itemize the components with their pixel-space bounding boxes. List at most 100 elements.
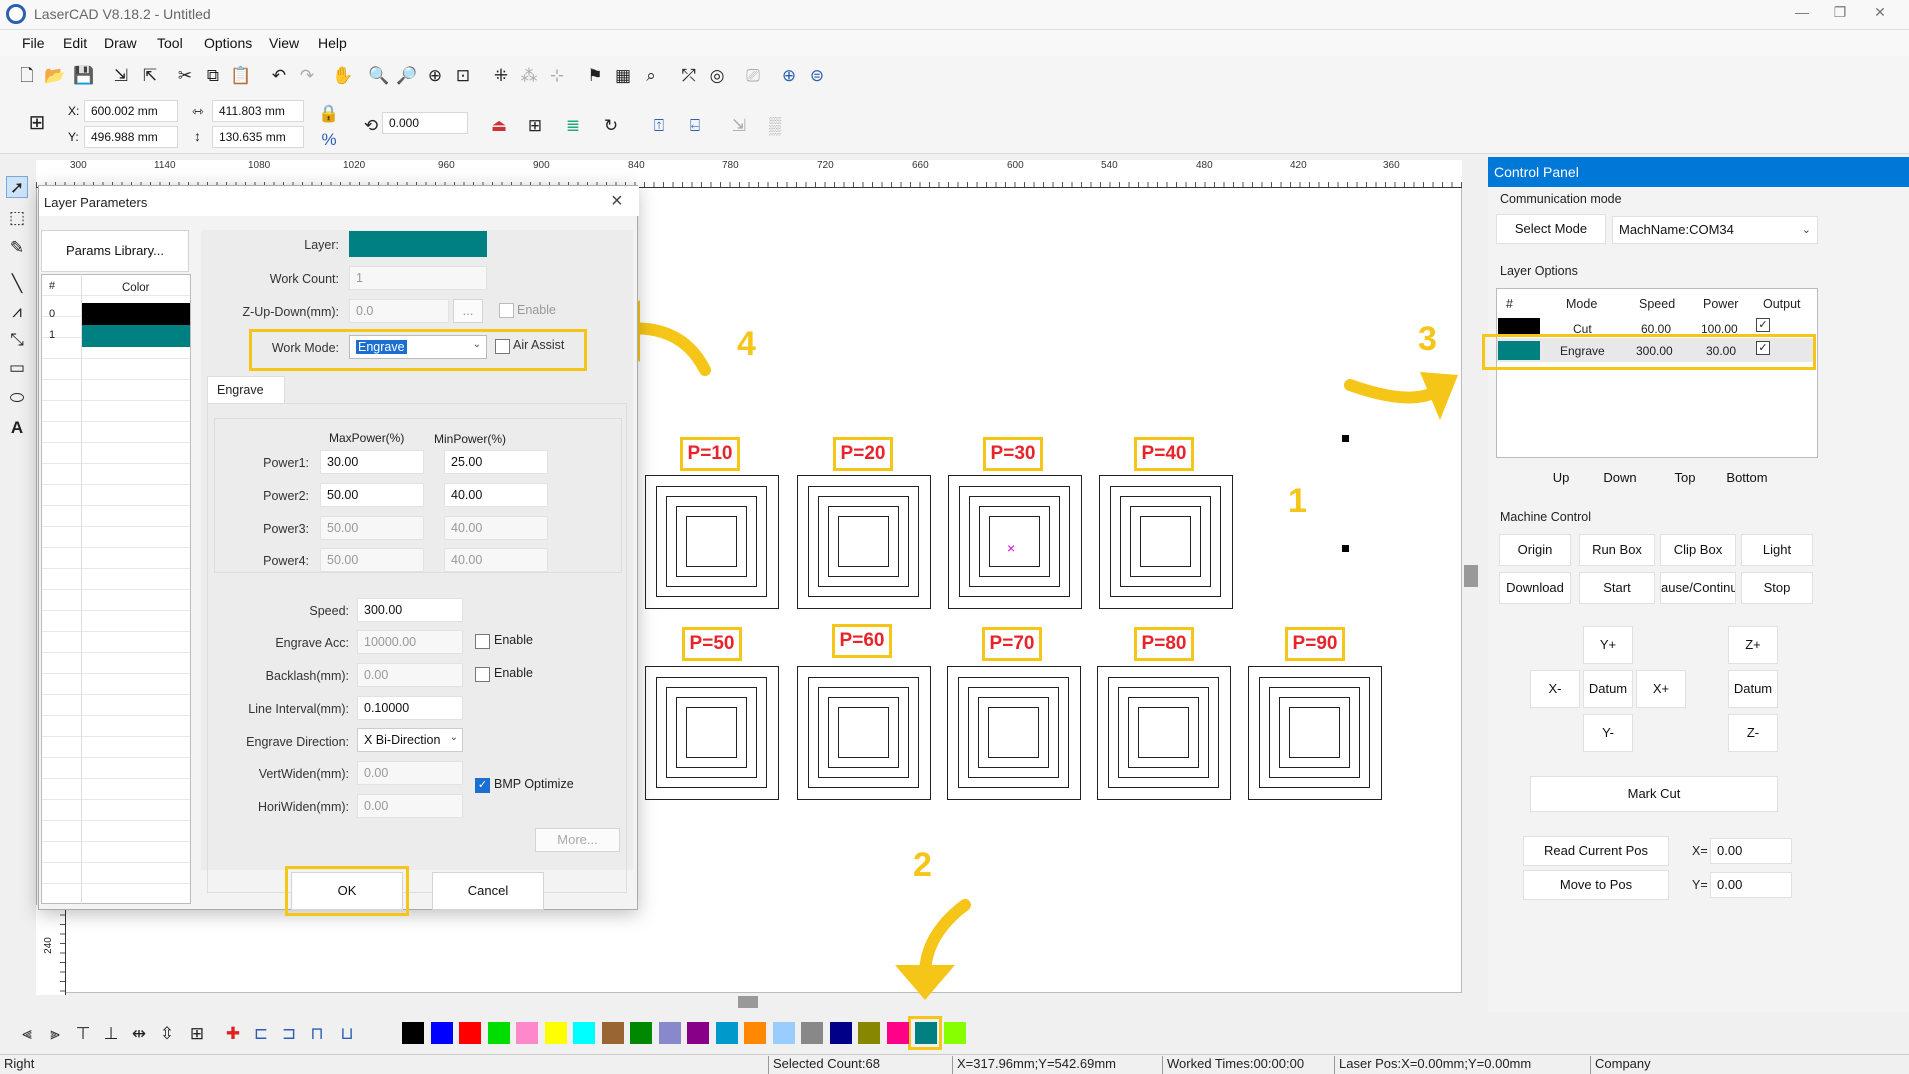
color-swatch[interactable]: [943, 1022, 966, 1044]
color-swatch[interactable]: [915, 1022, 937, 1044]
line-tool-icon[interactable]: ╲: [6, 272, 28, 294]
color-swatch[interactable]: [658, 1022, 681, 1044]
menu-edit[interactable]: Edit: [63, 35, 87, 51]
layer-up-button[interactable]: Up: [1536, 465, 1586, 493]
z-enable-checkbox[interactable]: [499, 303, 514, 318]
rotate-object-icon[interactable]: ↻: [600, 114, 622, 136]
ok-button[interactable]: OK: [291, 872, 403, 910]
color-swatch[interactable]: [573, 1022, 595, 1044]
selection-handle[interactable]: [1342, 545, 1349, 552]
layer-stack-icon[interactable]: ≣: [562, 114, 584, 136]
origin-button[interactable]: Origin: [1499, 534, 1571, 566]
color-swatch[interactable]: [772, 1022, 795, 1044]
center-vertical-icon[interactable]: ⇳: [156, 1022, 178, 1044]
download-button[interactable]: Download: [1499, 572, 1571, 604]
z-options-button[interactable]: ...: [453, 299, 483, 323]
air-assist-checkbox[interactable]: [495, 339, 510, 354]
height-field[interactable]: 130.635 mm: [212, 126, 304, 148]
pen-icon[interactable]: ✎: [6, 236, 28, 258]
horiwiden-field[interactable]: 0.00: [357, 794, 463, 818]
engrave-sample-70[interactable]: [947, 666, 1081, 800]
work-count-field[interactable]: 1: [349, 266, 487, 290]
engrave-acc-field[interactable]: 10000.00: [357, 630, 463, 654]
backlash-enable-checkbox[interactable]: [475, 667, 490, 682]
text-tool-icon[interactable]: A: [6, 416, 28, 438]
laser-target-icon[interactable]: ⊕: [778, 64, 800, 86]
more-button[interactable]: More...: [535, 828, 620, 852]
save-icon[interactable]: 💾: [73, 64, 95, 86]
ungroup-icon[interactable]: ⁂: [518, 64, 540, 86]
select-mode-button[interactable]: Select Mode: [1496, 214, 1606, 244]
menu-draw[interactable]: Draw: [104, 35, 137, 51]
center-both-icon[interactable]: ⊞: [186, 1022, 208, 1044]
page-center-icon[interactable]: ✚: [222, 1022, 244, 1044]
color-swatch[interactable]: [744, 1022, 766, 1044]
jog-y-plus-button[interactable]: Y+: [1583, 626, 1633, 664]
machine-name-select[interactable]: MachName:COM34 ⌄: [1612, 216, 1818, 244]
power2-min-field[interactable]: 40.00: [444, 483, 548, 507]
same-height-icon[interactable]: ⊐: [278, 1022, 300, 1044]
acc-enable-checkbox[interactable]: [475, 634, 490, 649]
color-swatch[interactable]: [858, 1022, 880, 1044]
list-row-color[interactable]: [82, 303, 190, 325]
export-icon[interactable]: ⇱: [139, 64, 161, 86]
close-icon[interactable]: ✕: [1863, 4, 1897, 26]
align-left-icon[interactable]: ⍇: [684, 114, 706, 136]
search-object-icon[interactable]: ⌕: [640, 64, 662, 86]
jog-z-datum-button[interactable]: Datum: [1728, 670, 1778, 708]
layer-color-swatch[interactable]: [349, 231, 487, 257]
menu-options[interactable]: Options: [204, 35, 252, 51]
stop-button[interactable]: Stop: [1741, 572, 1813, 604]
jog-x-minus-button[interactable]: X-: [1530, 670, 1580, 708]
x-pos-field[interactable]: 0.00: [1710, 838, 1792, 864]
run-box-button[interactable]: Run Box: [1579, 534, 1655, 566]
engrave-sample-80[interactable]: [1097, 666, 1231, 800]
jog-z-plus-button[interactable]: Z+: [1728, 626, 1778, 664]
bmp-optimize-checkbox[interactable]: ✓: [475, 778, 490, 793]
horizontal-scroll-thumb[interactable]: [738, 996, 758, 1008]
vertical-scroll-thumb[interactable]: [1464, 565, 1478, 587]
machine-icon[interactable]: ⊜: [806, 64, 828, 86]
y-position-field[interactable]: 496.988 mm: [84, 126, 178, 148]
layer-output-checkbox[interactable]: ✓: [1756, 318, 1770, 332]
lock-ratio-icon[interactable]: 🔒: [318, 102, 340, 124]
offset-icon[interactable]: ⎚: [742, 64, 764, 86]
power2-max-field[interactable]: 50.00: [320, 483, 424, 507]
engrave-sample-20[interactable]: [797, 475, 931, 609]
zoom-selection-icon[interactable]: ⊕: [424, 64, 446, 86]
select-arrow-icon[interactable]: ➚: [6, 176, 28, 198]
params-library-button[interactable]: Params Library...: [41, 230, 189, 272]
power3-max-field[interactable]: 50.00: [320, 516, 424, 540]
y-pos-field[interactable]: 0.00: [1710, 872, 1792, 898]
paste-icon[interactable]: 📋: [230, 64, 252, 86]
mirror-icon[interactable]: ⏏: [488, 114, 510, 136]
layer-options-table[interactable]: [1496, 288, 1818, 458]
engrave-sample-10[interactable]: [645, 475, 779, 609]
start-button[interactable]: Start: [1579, 572, 1655, 604]
open-folder-icon[interactable]: 📂: [44, 64, 66, 86]
power1-max-field[interactable]: 30.00: [320, 450, 424, 474]
engrave-sample-40[interactable]: [1099, 475, 1233, 609]
undo-icon[interactable]: ↶: [268, 64, 290, 86]
line-interval-field[interactable]: 0.10000: [357, 696, 463, 720]
dialog-close-icon[interactable]: ×: [611, 190, 623, 213]
ellipse-tool-icon[interactable]: ⬭: [6, 386, 28, 408]
jog-datum-button[interactable]: Datum: [1583, 670, 1633, 708]
align-top-edge-icon[interactable]: ⊤: [72, 1022, 94, 1044]
path-order-icon[interactable]: ⤱: [678, 64, 700, 86]
layer-down-button[interactable]: Down: [1595, 465, 1645, 493]
backlash-field[interactable]: 0.00: [357, 663, 463, 687]
color-swatch[interactable]: [630, 1022, 652, 1044]
center-horizontal-icon[interactable]: ⇹: [128, 1022, 150, 1044]
pan-hand-icon[interactable]: ✋: [332, 64, 354, 86]
work-mode-select[interactable]: Engrave ⌄: [349, 335, 487, 359]
vertwiden-field[interactable]: 0.00: [357, 761, 463, 785]
redo-icon[interactable]: ↷: [296, 64, 318, 86]
rectangle-tool-icon[interactable]: ▭: [6, 356, 28, 378]
engrave-sample-50[interactable]: [645, 666, 779, 800]
distribute-icon[interactable]: ⊔: [336, 1022, 358, 1044]
power4-max-field[interactable]: 50.00: [320, 548, 424, 572]
jog-x-plus-button[interactable]: X+: [1636, 670, 1686, 708]
menu-help[interactable]: Help: [318, 35, 347, 51]
list-row-color[interactable]: [82, 325, 190, 347]
